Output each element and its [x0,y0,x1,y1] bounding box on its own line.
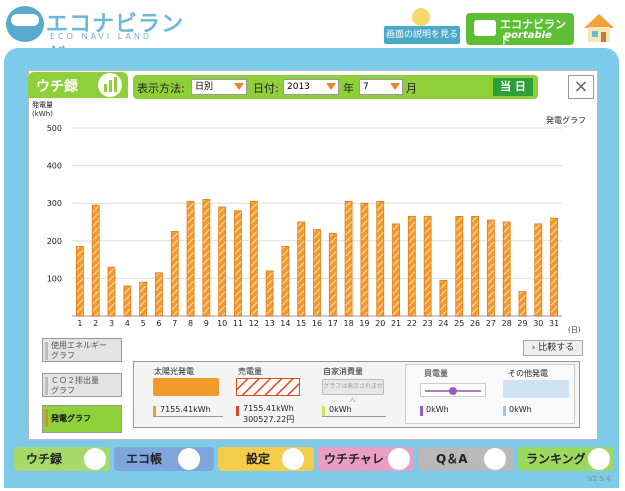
notebook-icon [178,448,200,470]
year-label: 年 [343,82,354,95]
year-select[interactable]: 2013 [283,79,339,95]
globe-logo-icon [6,6,44,42]
home-icon[interactable] [582,12,616,44]
bottom-tab-settings[interactable]: 設定 [218,447,314,471]
app-logo: エコナビランド ECO NAVI LAND [6,4,191,69]
buy-slider [420,383,486,397]
help-button[interactable]: 画面の説明を見る [384,26,460,44]
bar-chart-icon [98,73,122,97]
guide-character-icon [412,8,430,26]
other-generation-value: 0kWh [509,405,532,414]
sell-label: 売電量 [238,367,262,376]
self-consumption-value: 0kWh [329,405,352,414]
solar-label: 太陽光発電 [154,367,194,376]
chart-ylabel-line: (kWh) [32,110,53,118]
flag-icon [388,448,410,470]
wrench-icon [282,448,304,470]
bottom-tab-settings-label: 設定 [246,452,271,466]
chart-xlabel: (日) [568,326,581,334]
self-consumption-marker [322,406,325,416]
self-consumption-note: グラフは表示されません [322,379,384,404]
version-label: V2.5.4 [588,475,611,483]
crown-icon [588,448,610,470]
month-value: 7 [363,82,369,92]
compare-label: 比較する [538,343,575,353]
tab-uchiroku[interactable]: ウチ録 [28,72,128,98]
bottom-tab-uchichalle[interactable]: ウチチャレ [318,447,414,471]
solar-value: 7155.41kWh [160,405,211,414]
year-value: 2013 [287,82,310,92]
chevron-right-icon: › [531,343,536,353]
generation-graph-label: 発電グラフ [51,414,91,423]
bottom-tab-uchiroku-label: ウチ録 [26,452,63,466]
co2-graph-label: ＣＯ２排出量 グラフ [51,376,99,395]
chart-title: 発電グラフ [546,116,586,125]
energy-usage-graph-label: 使用エネルギー グラフ [51,341,107,360]
buy-slider-knob [449,387,457,395]
other-generation-swatch [503,380,569,398]
chevron-down-icon [326,83,336,90]
sell-yen-value: 300527.22円 [243,415,295,424]
solar-marker [153,406,156,416]
bottom-tab-uchichalle-label: ウチチャレ [324,452,384,466]
divider [153,416,223,417]
buy-label: 買電量 [424,369,448,378]
other-generation-marker [503,406,506,416]
question-icon [484,448,506,470]
co2-graph-button[interactable]: ＣＯ２排出量 グラフ [42,373,122,397]
buy-value: 0kWh [426,405,449,414]
sell-swatch [236,378,300,396]
display-method-label: 表示方法: [137,82,185,95]
tab-uchiroku-label: ウチ録 [36,79,78,95]
sell-marker [236,406,239,416]
display-method-select[interactable]: 日別 [191,79,247,95]
chevron-down-icon [390,83,400,90]
chevron-down-icon [234,83,244,90]
sell-value: 7155.41kWh [243,404,294,413]
close-button[interactable]: × [568,75,594,99]
divider [322,416,386,417]
filter-bar: 表示方法: 日別 日付: 2013 年 7 月 当 日 [133,75,538,99]
bar-chart-icon [84,448,106,470]
chart-ylabel-line: 発電量 [32,101,53,109]
portable-subtitle: portable [504,30,552,41]
solar-swatch [153,378,219,396]
bottom-tab-uchiroku[interactable]: ウチ録 [14,447,110,471]
bottom-tab-ecocho-label: エコ帳 [126,452,163,466]
display-method-value: 日別 [195,82,214,92]
portable-device-icon [474,20,496,36]
generation-graph-button[interactable]: 発電グラフ [42,405,122,433]
compare-button[interactable]: › 比較する [523,340,583,356]
energy-usage-graph-button[interactable]: 使用エネルギー グラフ [42,338,122,362]
bottom-tab-qa[interactable]: Q＆A [418,447,514,471]
buy-marker [420,406,423,416]
date-label: 日付: [253,82,279,95]
portable-button[interactable]: エコナビランド portable [466,13,574,47]
bottom-tab-qa-label: Q＆A [436,452,468,466]
self-consumption-label: 自家消費量 [323,367,363,376]
top-bar: エコナビランド ECO NAVI LAND 画面の説明を見る エコナビランド p… [0,0,625,69]
bottom-tab-ecocho[interactable]: エコ帳 [114,447,214,471]
logo-subtitle: ECO NAVI LAND [50,32,153,41]
bottom-tab-ranking-label: ランキング [526,452,586,466]
month-label: 月 [406,82,417,95]
chart-ylabel: 発電量 (kWh) [32,101,53,119]
bottom-tab-ranking[interactable]: ランキング [518,447,614,471]
month-select[interactable]: 7 [359,79,403,95]
today-button[interactable]: 当 日 [493,78,533,96]
other-generation-label: その他発電 [508,369,548,378]
